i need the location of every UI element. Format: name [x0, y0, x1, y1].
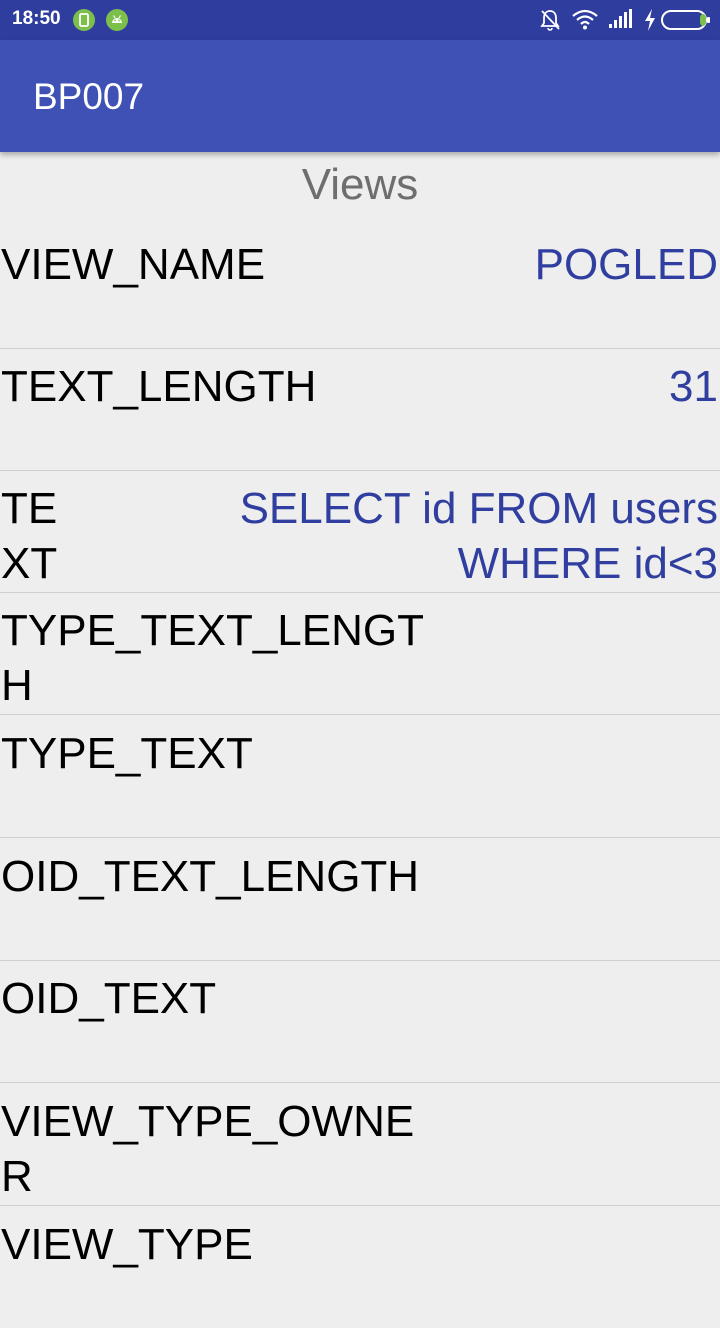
table-row: TYPE_TEXT_LENGTH: [0, 591, 720, 715]
table-row: TYPE_TEXT: [0, 714, 720, 838]
row-key: VIEW_TYPE_OWNER: [1, 1097, 415, 1201]
table-row: TEXT_LENGTH 31: [0, 347, 720, 471]
table-row: OID_TEXT_LENGTH: [0, 837, 720, 961]
row-key: TYPE_TEXT_LENGTH: [1, 606, 425, 710]
status-time: 18:50: [12, 8, 61, 29]
table-row: VIEW_TYPE: [0, 1205, 720, 1328]
row-value: SELECT id FROM users WHERE id<3: [239, 484, 718, 588]
table-row: VIEW_TYPE_OWNER: [0, 1082, 720, 1206]
app-bar: BP007: [0, 40, 720, 152]
wifi-icon: [572, 9, 598, 30]
row-key: TEXT_LENGTH: [1, 362, 317, 411]
signal-icon: [609, 9, 632, 28]
row-key: TE XT: [1, 484, 58, 588]
row-value: POGLED: [534, 240, 718, 289]
row-key: TYPE_TEXT: [1, 729, 253, 778]
row-key: VIEW_TYPE: [1, 1220, 253, 1269]
app-title: BP007: [33, 76, 145, 117]
android-robot-icon: [106, 9, 128, 31]
row-value: 31: [669, 362, 718, 411]
mute-bell-icon: [540, 10, 560, 31]
row-key: OID_TEXT_LENGTH: [1, 852, 420, 901]
status-bar: 18:50: [0, 0, 720, 40]
table-row: VIEW_NAME POGLED: [0, 225, 720, 349]
table-row: OID_TEXT: [0, 959, 720, 1083]
android-notification-icon: [73, 9, 95, 31]
row-key: VIEW_NAME: [1, 240, 266, 289]
table-row: TE XT SELECT id FROM users WHERE id<3: [0, 469, 720, 593]
section-title: Views: [301, 160, 419, 209]
row-key: OID_TEXT: [1, 974, 217, 1023]
charging-bolt-icon: [645, 9, 655, 31]
battery-icon: [661, 10, 710, 30]
